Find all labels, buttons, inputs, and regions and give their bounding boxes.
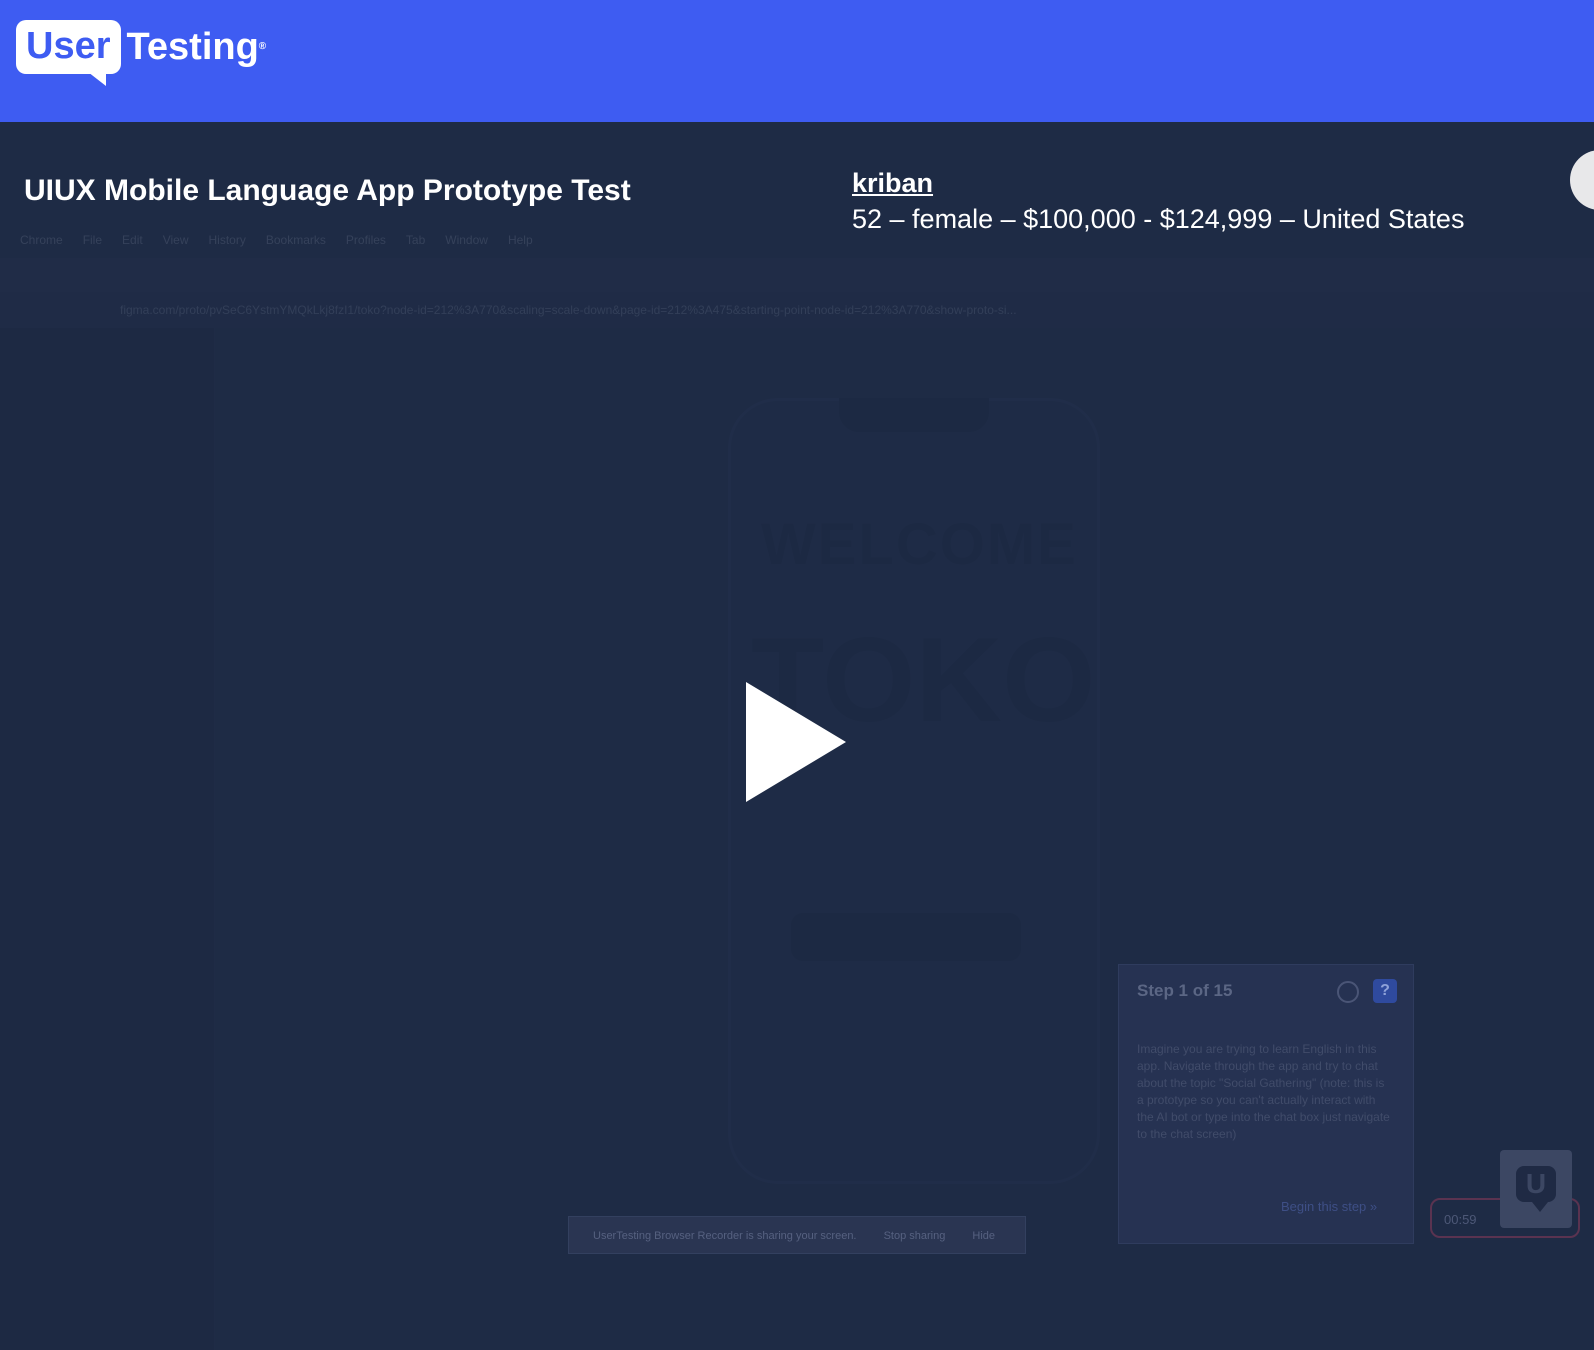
figma-side-panel [0,328,215,1350]
recorder-notice-bar: UserTesting Browser Recorder is sharing … [568,1216,1026,1254]
hide-label: Hide [972,1230,996,1242]
test-title: UIUX Mobile Language App Prototype Test [24,174,631,207]
logo-testing-text: Testing® [126,26,267,68]
question-icon: ? [1373,979,1397,1003]
phone-notch [839,398,989,432]
phone-welcome-heading: WELCOME [761,512,1078,577]
recorder-notice-text: UserTesting Browser Recorder is sharing … [593,1230,857,1242]
step-instructions: Imagine you are trying to learn English … [1137,1042,1390,1141]
begin-step-link: Begin this step » [1281,1199,1378,1214]
play-icon[interactable] [746,682,846,802]
menu-item: Help [507,233,533,247]
participant-demographics: 52 – female – $100,000 - $124,999 – Unit… [852,204,1465,234]
stop-sharing-label: Stop sharing [883,1230,946,1242]
pause-icon [1337,981,1359,1003]
menu-item: Tab [405,233,426,247]
browser-tabstrip [0,258,1594,292]
usertesting-logo[interactable]: User Testing® [16,20,267,86]
u-bubble: U [1516,1166,1556,1212]
timer-value: 00:59 [1444,1212,1477,1227]
menu-item: File [82,233,103,247]
menu-item: Edit [122,233,143,247]
menu-item: Profiles [345,233,386,247]
step-card: Step 1 of 15 ? Imagine you are trying to… [1118,964,1414,1244]
usertesting-u-icon: U [1500,1150,1572,1228]
phone-signup-button [791,913,1021,961]
logo-user-text: User [16,20,121,86]
participant-link[interactable]: kriban [852,168,933,199]
menu-item: Window [445,233,488,247]
address-bar: figma.com/proto/pvSeC6YstmYMQkLkj8fzI1/t… [0,292,1594,328]
menu-item: Bookmarks [265,233,326,247]
step-title: Step 1 of 15 [1137,981,1233,1000]
header-bar: User Testing® [0,0,1594,122]
menu-item: History [208,233,246,247]
menu-item: Chrome [20,233,63,247]
menu-item: View [162,233,189,247]
